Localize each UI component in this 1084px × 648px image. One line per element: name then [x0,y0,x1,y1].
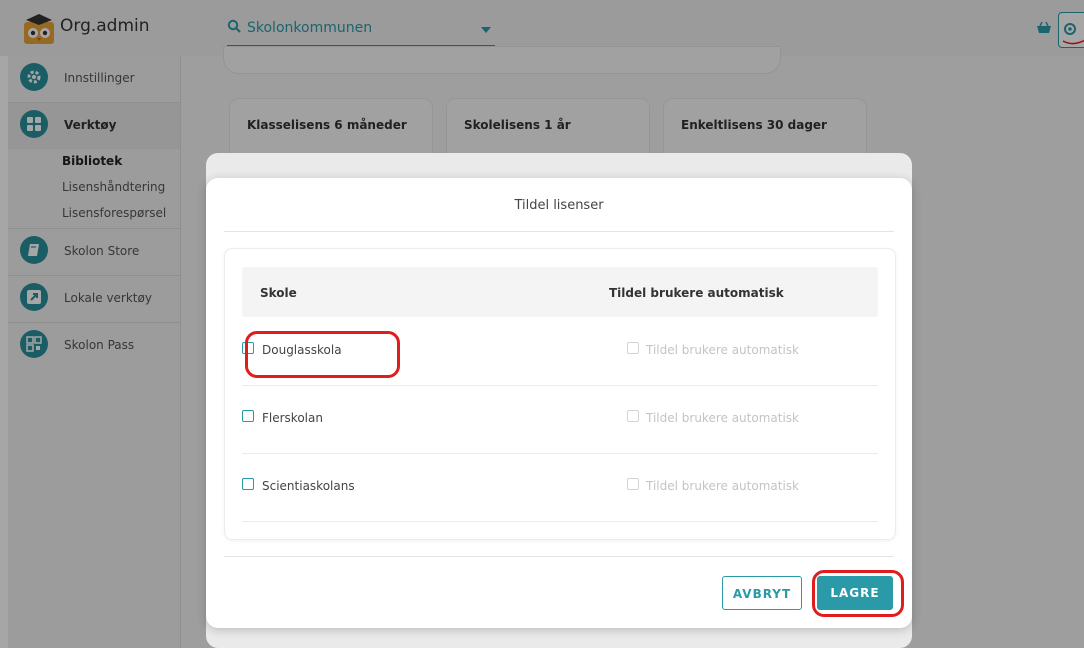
highlight-annotation [812,570,904,617]
checkbox[interactable] [627,410,639,422]
checkbox[interactable] [242,410,254,422]
checkbox[interactable] [627,478,639,490]
assign-licenses-dialog: Tildel lisenser Skole Tildel brukere aut… [206,178,912,628]
table-header: Skole Tildel brukere automatisk [242,267,878,317]
column-header-school: Skole [260,286,297,300]
schools-table: Skole Tildel brukere automatisk Douglass… [224,248,896,540]
highlight-annotation [245,331,400,378]
table-row: Flerskolan Tildel brukere automatisk [242,385,878,454]
column-header-auto-assign: Tildel brukere automatisk [609,286,784,300]
school-name: Flerskolan [262,411,323,425]
school-name: Scientiaskolans [262,479,355,493]
auto-assign-label: Tildel brukere automatisk [646,343,799,357]
dialog-title: Tildel lisenser [514,198,604,213]
cancel-button[interactable]: AVBRYT [722,576,802,610]
checkbox[interactable] [627,342,639,354]
checkbox[interactable] [242,478,254,490]
divider [224,556,894,557]
divider [224,231,894,232]
auto-assign-label: Tildel brukere automatisk [646,479,799,493]
auto-assign-label: Tildel brukere automatisk [646,411,799,425]
table-row: Scientiaskolans Tildel brukere automatis… [242,453,878,522]
